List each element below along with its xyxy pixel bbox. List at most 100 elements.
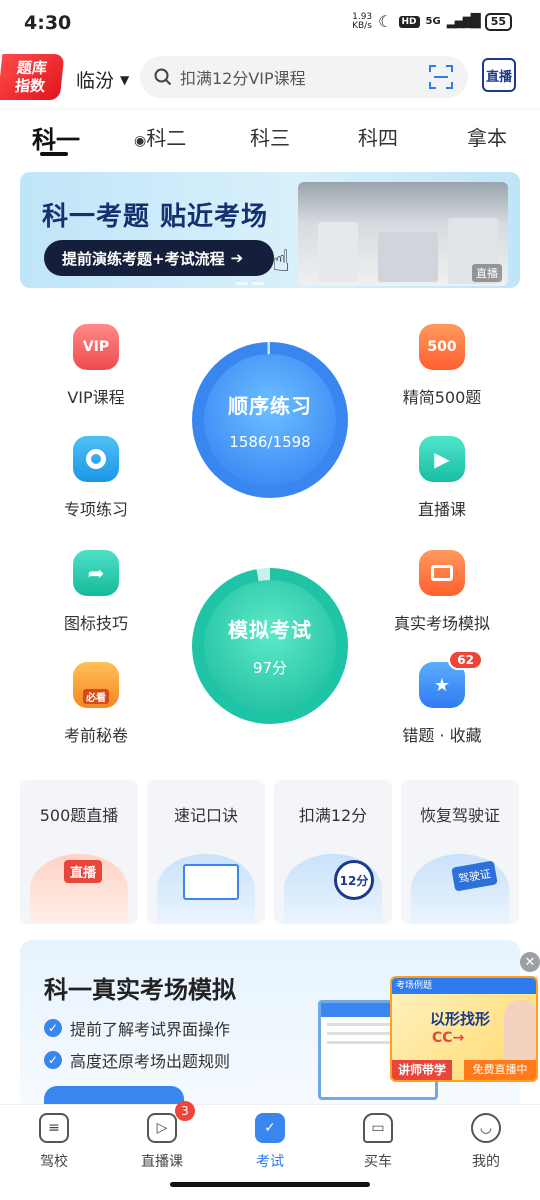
points-art-text: 12分: [334, 860, 374, 900]
quick-card-mnemonics[interactable]: 速记口诀: [147, 780, 265, 924]
nav-live-course[interactable]: ▷ 3 直播课: [112, 1101, 212, 1171]
exam-icon: ✓: [255, 1113, 285, 1143]
check-icon: ✓: [44, 1019, 62, 1037]
secret-paper-item[interactable]: 必看 考前秘卷: [36, 662, 156, 746]
order-practice-progress: 1586/1598: [229, 432, 311, 451]
pointing-hand-icon: ☝: [272, 244, 291, 279]
ad-teacher-tag: 讲师带学: [392, 1060, 452, 1080]
quick-cards: 500题直播 直播 速记口诀 扣满12分 12分 恢复驾驶证 驾驶证: [0, 772, 540, 928]
search-placeholder: 扣满12分VIP课程: [180, 69, 306, 88]
star-box-icon: ★ 62: [419, 650, 483, 708]
banner-live-tag: 直播: [472, 264, 502, 282]
special-practice-item[interactable]: 专项练习: [36, 436, 156, 520]
500-icon: 500: [419, 324, 465, 370]
ad-main-text: 以形找形: [430, 1010, 491, 1028]
logo-text: 题库 指数: [14, 59, 48, 95]
vip-course-label: VIP课程: [67, 388, 125, 407]
tab-indicator: [40, 152, 68, 156]
tab-ke3[interactable]: 科三: [250, 122, 290, 151]
promo-feature-2: ✓ 高度还原考场出题规则: [44, 1048, 230, 1072]
vip-icon: VIP: [73, 324, 119, 370]
mock-exam-ring[interactable]: 模拟考试 97分: [192, 568, 348, 724]
wrong-count-badge: 62: [448, 650, 483, 670]
ad-live-tag: 免费直播中: [464, 1060, 536, 1080]
nav-buy-car[interactable]: ▭ 买车: [328, 1113, 428, 1171]
sign-tips-item[interactable]: ➦ 图标技巧: [36, 550, 156, 634]
arrow-sign-icon: ➦: [73, 550, 119, 596]
nav-mine[interactable]: ◡ 我的: [436, 1113, 536, 1171]
exam-paper-icon: 必看: [73, 662, 119, 708]
promo-feature-2-label: 高度还原考场出题规则: [70, 1052, 231, 1071]
promo-feature-1: ✓ 提前了解考试界面操作: [44, 1016, 230, 1040]
school-icon: ≡: [39, 1113, 69, 1143]
battery-icon: 55: [484, 12, 512, 31]
special-practice-label: 专项练习: [63, 500, 128, 519]
quick-card-label: 速记口诀: [173, 806, 238, 825]
mock-exam-button[interactable]: 模拟考试 97分: [204, 580, 336, 712]
check-icon: ✓: [44, 1051, 62, 1069]
city-selector[interactable]: 临汾 ▼: [76, 66, 129, 93]
tab-license[interactable]: 拿本: [467, 122, 507, 151]
nav-label: 考试: [256, 1154, 284, 1170]
network-type: 5G: [425, 16, 441, 27]
500-icon-text: 500: [427, 339, 457, 355]
simplified-500-item[interactable]: 500 精简500题: [382, 324, 502, 408]
search-bar[interactable]: 扣满12分VIP课程: [140, 56, 468, 98]
vip-course-item[interactable]: VIP VIP课程: [36, 324, 156, 408]
real-exam-sim-label: 真实考场模拟: [393, 614, 490, 633]
license-illustration: 驾驶证: [411, 854, 509, 924]
order-practice-title: 顺序练习: [228, 393, 312, 418]
floating-live-ad[interactable]: 考场例题 以形找形 CC→ 讲师带学 免费直播中: [390, 976, 538, 1082]
live-course-item[interactable]: ▶ 直播课: [382, 436, 502, 520]
mnemonics-illustration: [157, 854, 255, 924]
banner-cta-label: 提前演练考题+考试流程: [62, 249, 225, 268]
quick-card-restore-license[interactable]: 恢复驾驶证 驾驶证: [401, 780, 519, 924]
live-tv-button[interactable]: 直播: [482, 58, 516, 92]
caret-down-icon: ▼: [120, 72, 130, 87]
home-indicator[interactable]: [170, 1182, 370, 1187]
order-practice-ring[interactable]: 顺序练习 1586/1598: [192, 342, 348, 498]
live-dot-icon: ◉: [134, 133, 147, 149]
close-icon[interactable]: ✕: [520, 952, 540, 972]
hd-icon: HD: [398, 15, 420, 28]
signal-icon: ▂▄▆█: [446, 14, 481, 29]
top-header: 题库 指数 临汾 ▼ 扣满12分VIP课程 直播: [0, 46, 540, 108]
live-course-label: 直播课: [417, 500, 466, 519]
promo-banner[interactable]: 科一考题 贴近考场 提前演练考题+考试流程 ➔ 直播 ☝: [20, 172, 520, 288]
arrow-right-icon: ➔: [230, 249, 244, 267]
tab-ke4[interactable]: 科四: [358, 122, 398, 151]
play-icon: ▶: [419, 436, 465, 482]
quick-card-label: 扣满12分: [298, 806, 368, 825]
wrong-favorites-item[interactable]: ★ 62 错题 · 收藏: [382, 650, 502, 746]
real-exam-sim-item[interactable]: 真实考场模拟: [382, 550, 502, 634]
quick-card-label: 500题直播: [39, 806, 119, 825]
nav-exam[interactable]: ✓ 考试: [220, 1113, 320, 1171]
banner-cta-button[interactable]: 提前演练考题+考试流程 ➔: [44, 240, 274, 276]
ad-sub-text: CC→: [432, 1030, 465, 1046]
search-icon: [154, 68, 172, 86]
city-label: 临汾: [76, 70, 115, 92]
feature-grid: VIP VIP课程 专项练习 ➦ 图标技巧 必看 考前秘卷 顺序练习 1586/…: [0, 294, 540, 772]
tab-ke1[interactable]: 科一: [32, 120, 80, 155]
banner-title: 科一考题 贴近考场: [42, 202, 269, 232]
nav-driving-school[interactable]: ≡ 驾校: [4, 1113, 104, 1171]
tv-icon: ▷ 3: [147, 1101, 195, 1143]
ad-header: 考场例题: [392, 978, 536, 994]
moon-icon: ☾: [378, 12, 393, 31]
promo-title: 科一真实考场模拟: [44, 976, 236, 1004]
scan-icon[interactable]: [428, 64, 454, 90]
quick-card-500-live[interactable]: 500题直播 直播: [20, 780, 138, 924]
status-icons: 1.93 KB/s ☾ HD 5G ▂▄▆█ 55: [352, 12, 512, 31]
wrong-favorites-label: 错题 · 收藏: [402, 726, 482, 745]
secret-paper-label: 考前秘卷: [63, 726, 128, 745]
car-icon: ▭: [363, 1113, 393, 1143]
simplified-500-label: 精简500题: [402, 388, 482, 407]
nav-label: 直播课: [141, 1154, 183, 1170]
subject-tabs: 科一 ◉科二 科三 科四 拿本: [0, 110, 540, 166]
status-time: 4:30: [24, 12, 72, 34]
tab-ke2[interactable]: ◉科二: [134, 122, 186, 151]
app-logo[interactable]: 题库 指数: [0, 54, 65, 100]
live-illustration: 直播: [30, 854, 128, 924]
order-practice-button[interactable]: 顺序练习 1586/1598: [204, 354, 336, 486]
quick-card-12-points[interactable]: 扣满12分 12分: [274, 780, 392, 924]
